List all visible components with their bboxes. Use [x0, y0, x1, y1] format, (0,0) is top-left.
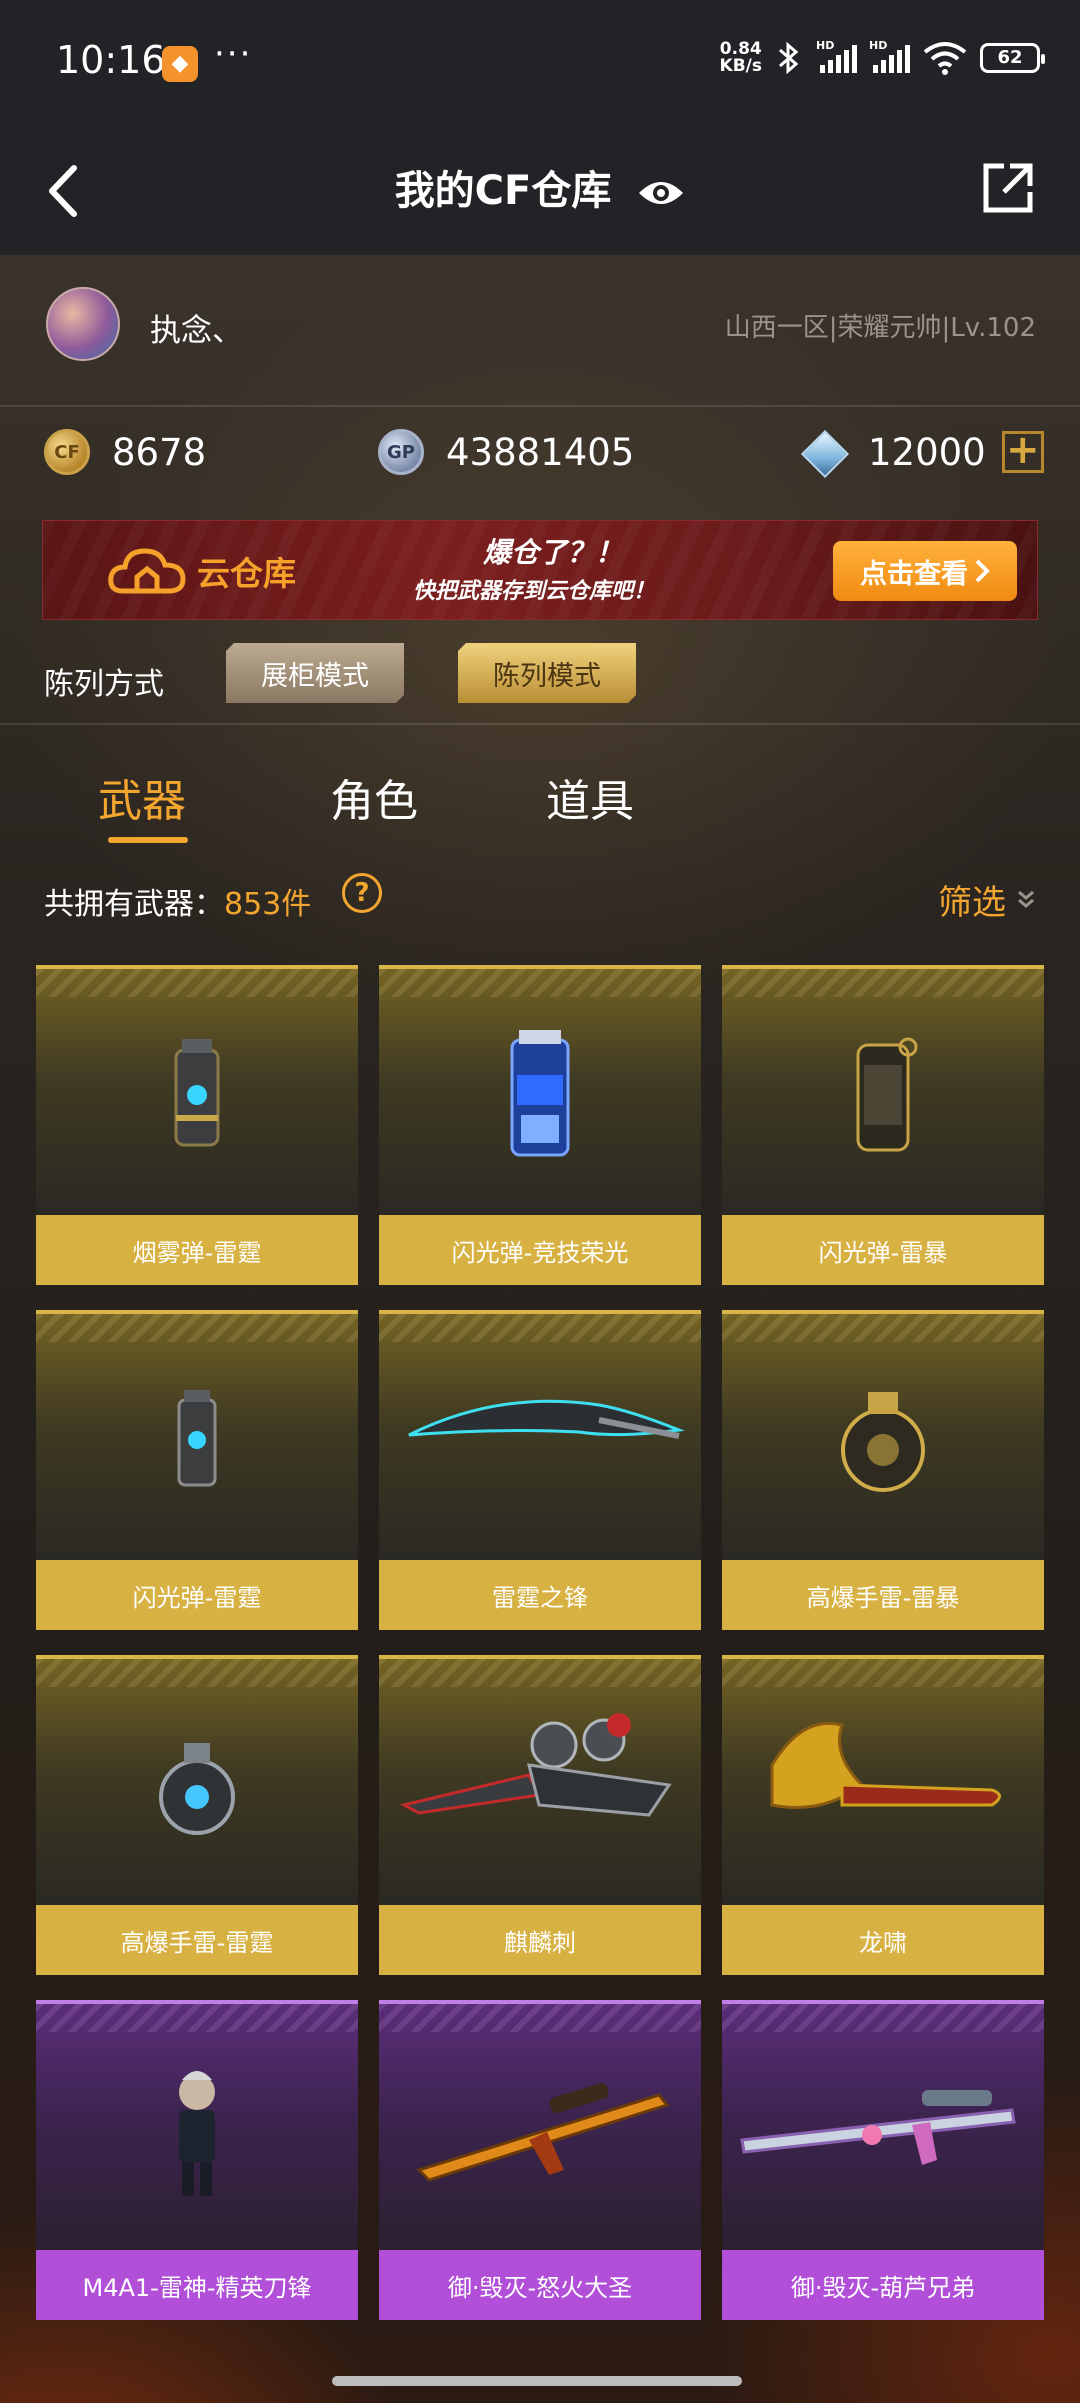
status-bar: 10:16 ◆ ··· 0.84 KB/s HD HD 62: [0, 0, 1080, 128]
cloud-logo: 云仓库: [107, 543, 296, 599]
weapon-card[interactable]: 闪光弹-雷暴: [722, 965, 1044, 1285]
display-mode-row: 陈列方式 展柜模式 陈列模式: [0, 635, 1080, 725]
weapon-name: 烟雾弹-雷霆: [36, 1215, 358, 1285]
weapon-card[interactable]: 御·毁灭-怒火大圣: [379, 2000, 701, 2320]
flash-grenade-icon: [856, 1037, 918, 1152]
chevron-right-icon: [975, 559, 990, 583]
sniper-rifle-icon: [740, 2090, 1016, 2165]
nickname: 执念、: [150, 313, 243, 349]
cloud-warehouse-banner[interactable]: 云仓库 爆仓了？！ 快把武器存到云仓库吧！ 点击查看: [42, 520, 1038, 620]
eye-icon[interactable]: [637, 177, 685, 209]
weapon-name: 麒麟刺: [379, 1905, 701, 1975]
profile-row: 执念、 山西一区|荣耀元帅|Lv.102: [0, 255, 1080, 407]
home-indicator[interactable]: [332, 2376, 742, 2386]
list-mode-button[interactable]: 陈列模式: [458, 643, 636, 703]
weapon-name: 闪光弹-雷暴: [722, 1215, 1044, 1285]
battery-icon: 62: [980, 43, 1045, 73]
page-title: 我的CF仓库: [0, 158, 1080, 216]
status-time: 10:16: [56, 38, 166, 82]
gp-coin-icon: GP: [378, 429, 424, 475]
share-icon[interactable]: [976, 156, 1040, 220]
weapon-card[interactable]: M4A1-雷神-精英刀锋: [36, 2000, 358, 2320]
tab-weapons[interactable]: 武器: [98, 765, 186, 829]
character-icon: [179, 2071, 215, 2196]
weapon-name: 御·毁灭-怒火大圣: [379, 2250, 701, 2320]
weapon-name: 龙啸: [722, 1905, 1044, 1975]
showcase-mode-button[interactable]: 展柜模式: [226, 643, 404, 703]
more-notifications-icon: ···: [214, 34, 253, 74]
currency-row: CF 8678 GP 43881405 12000 +: [0, 407, 1080, 517]
grenade-icon: [159, 1743, 235, 1835]
sniper-rifle-icon: [416, 2083, 670, 2182]
cell-signal-1-icon: HD: [816, 39, 857, 73]
claw-blade-icon: [399, 1713, 672, 1817]
cf-points: CF 8678: [44, 429, 206, 475]
weapon-card[interactable]: 闪光弹-竞技荣光: [379, 965, 701, 1285]
cloud-house-icon: [108, 548, 186, 594]
weapon-name: 闪光弹-雷霆: [36, 1560, 358, 1630]
weapon-name: 雷霆之锋: [379, 1560, 701, 1630]
category-tabs: 武器 角色 道具: [0, 725, 1080, 845]
tab-items[interactable]: 道具: [546, 765, 634, 829]
banner-slogan-sub: 快把武器存到云仓库吧！: [413, 579, 656, 604]
gp-points: GP 43881405: [378, 429, 634, 475]
view-cloud-button[interactable]: 点击查看: [833, 541, 1017, 601]
wifi-icon: [923, 42, 967, 75]
avatar[interactable]: [46, 287, 120, 361]
smoke-grenade-icon: [174, 1039, 220, 1147]
add-diamond-button[interactable]: +: [1001, 430, 1044, 473]
app-notification-icon: ◆: [162, 46, 198, 82]
weapon-card[interactable]: 烟雾弹-雷霆: [36, 965, 358, 1285]
weapon-card[interactable]: 雷霆之锋: [379, 1310, 701, 1630]
weapon-name: 闪光弹-竞技荣光: [379, 1215, 701, 1285]
flash-grenade-icon: [177, 1390, 217, 1487]
weapon-count-row: 共拥有武器：853件 ? 筛选: [0, 869, 1080, 929]
display-mode-label: 陈列方式: [44, 667, 164, 702]
flash-grenade-icon: [510, 1030, 570, 1157]
diamond-points: 12000 +: [800, 429, 1044, 475]
banner-slogan-main: 爆仓了？！: [483, 536, 624, 569]
bluetooth-icon: [779, 41, 799, 75]
weapon-name: 高爆手雷-雷霆: [36, 1905, 358, 1975]
nav-bar: 我的CF仓库: [0, 128, 1080, 255]
network-speed: 0.84 KB/s: [719, 39, 762, 76]
blade-icon: [408, 1399, 685, 1439]
double-chevron-down-icon: [1018, 890, 1034, 908]
grenade-icon: [841, 1392, 925, 1492]
filter-button[interactable]: 筛选: [938, 875, 1036, 924]
diamond-icon: [800, 429, 846, 475]
weapon-card[interactable]: 御·毁灭-葫芦兄弟: [722, 2000, 1044, 2320]
weapon-card[interactable]: 龙啸: [722, 1655, 1044, 1975]
weapon-card[interactable]: 麒麟刺: [379, 1655, 701, 1975]
cell-signal-2-icon: HD: [869, 39, 910, 73]
dragon-axe-icon: [770, 1721, 1001, 1809]
active-tab-indicator: [108, 837, 188, 843]
weapon-card[interactable]: 高爆手雷-雷霆: [36, 1655, 358, 1975]
tab-characters[interactable]: 角色: [330, 765, 418, 829]
warehouse-content: 执念、 山西一区|荣耀元帅|Lv.102 CF 8678 GP 43881405…: [0, 255, 1080, 2403]
help-icon[interactable]: ?: [342, 873, 382, 913]
cf-coin-icon: CF: [44, 429, 90, 475]
weapon-card[interactable]: 高爆手雷-雷暴: [722, 1310, 1044, 1630]
weapon-name: 高爆手雷-雷暴: [722, 1560, 1044, 1630]
weapon-count: 共拥有武器：853件: [44, 887, 312, 922]
weapon-name: M4A1-雷神-精英刀锋: [36, 2250, 358, 2320]
weapon-name: 御·毁灭-葫芦兄弟: [722, 2250, 1044, 2320]
weapon-card[interactable]: 闪光弹-雷霆: [36, 1310, 358, 1630]
rank-info: 山西一区|荣耀元帅|Lv.102: [724, 313, 1036, 343]
status-icons: 0.84 KB/s HD HD 62: [719, 39, 1045, 76]
